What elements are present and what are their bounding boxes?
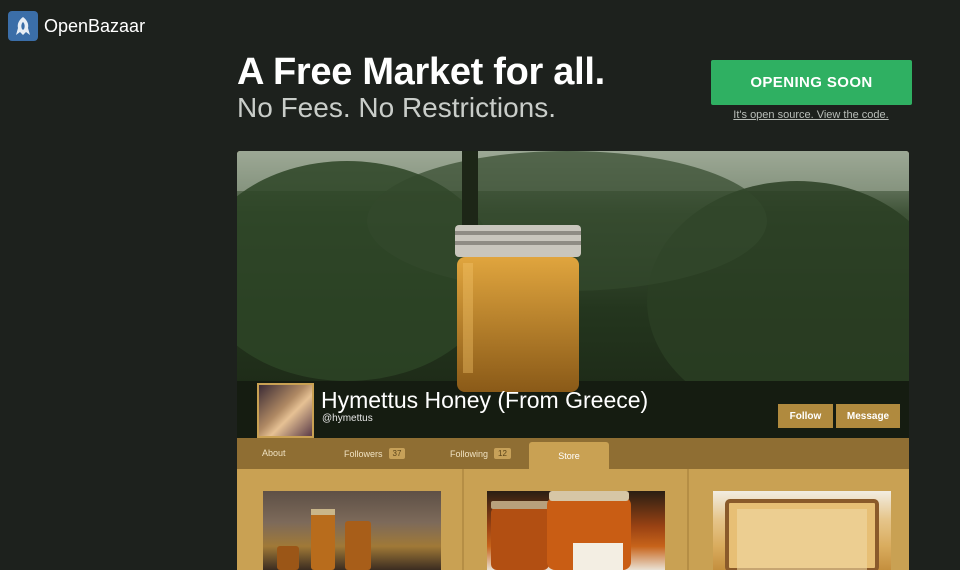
store-name: Hymettus Honey (From Greece) <box>321 387 649 413</box>
grid-divider <box>462 469 464 570</box>
tab-followers[interactable]: Followers 37 <box>344 448 406 459</box>
store-tabbar: About Followers 37 Following 12 Store <box>237 438 909 469</box>
store-preview-card: Hymettus Honey (From Greece) @hymettus F… <box>237 151 909 570</box>
grid-divider <box>687 469 689 570</box>
brand-name: OpenBazaar <box>44 15 146 36</box>
tab-label: Store <box>558 450 580 461</box>
tab-label: About <box>262 448 286 458</box>
tab-following[interactable]: Following 12 <box>450 448 511 459</box>
follow-button[interactable]: Follow <box>778 404 833 428</box>
hero-subtitle: No Fees. No Restrictions. <box>237 92 556 123</box>
message-button[interactable]: Message <box>836 404 900 428</box>
tab-label: Followers <box>344 448 383 459</box>
product-thumbnail-honey-jars[interactable] <box>487 491 665 570</box>
brand[interactable]: OpenBazaar <box>8 11 145 41</box>
following-count-badge: 12 <box>494 448 511 459</box>
tab-about[interactable]: About <box>262 448 286 458</box>
tab-label: Following <box>450 448 489 459</box>
store-avatar[interactable] <box>257 383 314 438</box>
tab-store[interactable]: Store <box>529 442 609 469</box>
product-thumbnail-honey-jars-herbs[interactable] <box>263 491 441 570</box>
hero-title: A Free Market for all. <box>237 51 605 93</box>
followers-count-badge: 37 <box>388 448 406 459</box>
opening-soon-button[interactable]: OPENING SOON <box>711 60 912 105</box>
product-thumbnail-honeycomb[interactable] <box>713 491 891 570</box>
view-code-link[interactable]: It's open source. View the code. <box>718 109 904 121</box>
store-handle: @hymettus <box>322 413 373 424</box>
openbazaar-logo-icon <box>8 11 38 41</box>
product-grid <box>237 469 909 570</box>
